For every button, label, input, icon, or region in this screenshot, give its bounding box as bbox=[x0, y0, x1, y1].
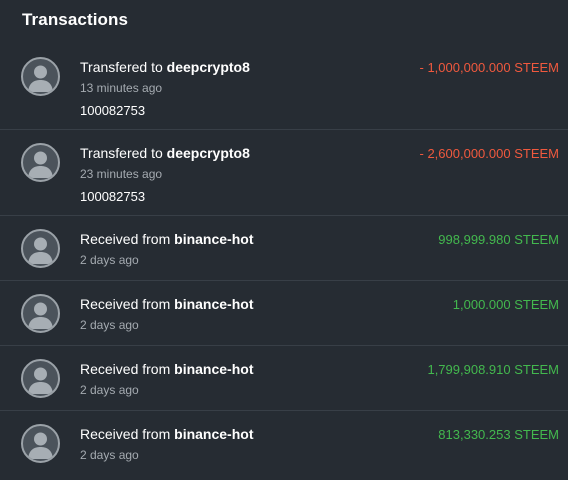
default-user-avatar-icon bbox=[28, 302, 53, 329]
transaction-amount: 998,999.980 STEEM bbox=[438, 232, 559, 247]
transaction-party-link[interactable]: deepcrypto8 bbox=[167, 145, 250, 161]
transaction-time: 2 days ago bbox=[80, 318, 139, 332]
transaction-party-link[interactable]: deepcrypto8 bbox=[167, 59, 250, 75]
transaction-party-link[interactable]: binance-hot bbox=[174, 231, 253, 247]
transaction-title: Received from binance-hot bbox=[80, 361, 254, 377]
transaction-party-link[interactable]: binance-hot bbox=[174, 296, 253, 312]
transaction-row[interactable]: Received from binance-hot 2 days ago 1,7… bbox=[0, 346, 568, 411]
avatar[interactable] bbox=[21, 143, 60, 182]
transaction-action: Received from bbox=[80, 426, 171, 442]
transaction-title: Received from binance-hot bbox=[80, 296, 254, 312]
default-user-avatar-icon bbox=[28, 151, 53, 178]
panel-title: Transactions bbox=[22, 10, 129, 29]
transaction-memo: 100082753 bbox=[80, 103, 146, 118]
transaction-title: Transfered to deepcrypto8 bbox=[80, 145, 250, 161]
avatar[interactable] bbox=[21, 294, 60, 333]
default-user-avatar-icon bbox=[28, 237, 53, 264]
transaction-amount: - 2,600,000.000 STEEM bbox=[419, 146, 559, 161]
transaction-action: Transfered to bbox=[80, 145, 163, 161]
avatar[interactable] bbox=[21, 359, 60, 398]
transaction-row[interactable]: Received from binance-hot 2 days ago 998… bbox=[0, 216, 568, 281]
transaction-action: Transfered to bbox=[80, 59, 163, 75]
transaction-title: Received from binance-hot bbox=[80, 231, 254, 247]
default-user-avatar-icon bbox=[28, 432, 53, 459]
transaction-amount: - 1,000,000.000 STEEM bbox=[419, 60, 559, 75]
default-user-avatar-icon bbox=[28, 65, 53, 92]
default-user-avatar-icon bbox=[28, 367, 53, 394]
transaction-title: Received from binance-hot bbox=[80, 426, 254, 442]
transaction-amount: 1,000.000 STEEM bbox=[452, 297, 559, 312]
transaction-action: Received from bbox=[80, 361, 171, 377]
transaction-list: Transfered to deepcrypto8 13 minutes ago… bbox=[0, 44, 568, 476]
transaction-memo: 100082753 bbox=[80, 189, 146, 204]
transaction-row[interactable]: Transfered to deepcrypto8 13 minutes ago… bbox=[0, 44, 568, 130]
transaction-time: 2 days ago bbox=[80, 448, 139, 462]
transaction-row[interactable]: Received from binance-hot 2 days ago 1,0… bbox=[0, 281, 568, 346]
transactions-panel: Transactions Transfered to deepcrypto8 1… bbox=[0, 0, 568, 480]
avatar[interactable] bbox=[21, 229, 60, 268]
avatar[interactable] bbox=[21, 57, 60, 96]
transaction-party-link[interactable]: binance-hot bbox=[174, 426, 253, 442]
transaction-time: 2 days ago bbox=[80, 383, 139, 397]
avatar[interactable] bbox=[21, 424, 60, 463]
transaction-action: Received from bbox=[80, 231, 171, 247]
transaction-time: 2 days ago bbox=[80, 253, 139, 267]
transaction-title: Transfered to deepcrypto8 bbox=[80, 59, 250, 75]
transaction-row[interactable]: Transfered to deepcrypto8 23 minutes ago… bbox=[0, 130, 568, 216]
transaction-party-link[interactable]: binance-hot bbox=[174, 361, 253, 377]
transaction-amount: 1,799,908.910 STEEM bbox=[427, 362, 559, 377]
transaction-time: 23 minutes ago bbox=[80, 167, 163, 181]
transaction-time: 13 minutes ago bbox=[80, 81, 163, 95]
transaction-amount: 813,330.253 STEEM bbox=[438, 427, 559, 442]
transaction-row[interactable]: Received from binance-hot 2 days ago 813… bbox=[0, 411, 568, 476]
transaction-action: Received from bbox=[80, 296, 171, 312]
